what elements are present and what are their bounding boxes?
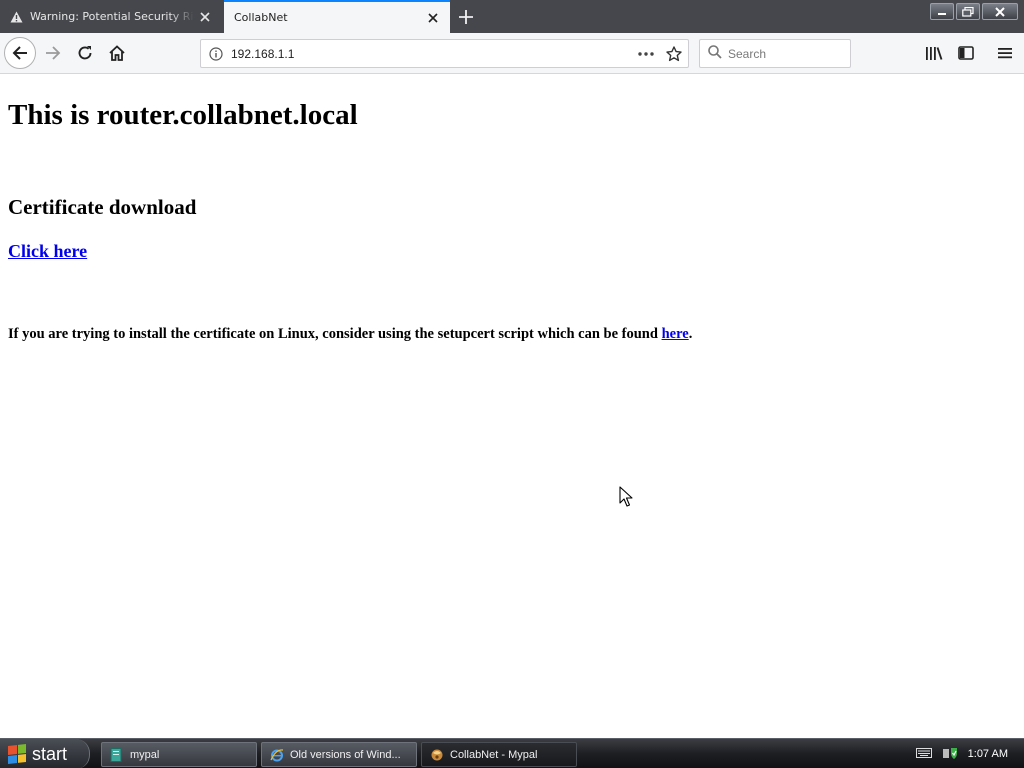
page-heading: This is router.collabnet.local [8, 99, 358, 131]
reload-button[interactable] [70, 38, 100, 68]
taskbar-item-old-versions[interactable]: Old versions of Wind... [261, 742, 417, 767]
keyboard-icon[interactable] [915, 747, 932, 761]
navigation-toolbar: 192.168.1.1 [0, 33, 1024, 74]
windows-logo-icon [8, 744, 26, 764]
mouse-cursor-icon [619, 486, 633, 512]
search-input[interactable] [728, 46, 838, 61]
hamburger-menu-icon[interactable] [990, 38, 1020, 68]
start-button[interactable]: start [0, 739, 90, 768]
clock[interactable]: 1:07 AM [968, 748, 1008, 760]
new-tab-button[interactable] [452, 3, 480, 31]
url-text[interactable]: 192.168.1.1 [231, 47, 632, 61]
setupcert-script-link[interactable]: here [662, 326, 689, 342]
internet-explorer-icon [270, 748, 284, 762]
window-controls [930, 3, 1018, 20]
network-shield-icon[interactable] [942, 746, 958, 763]
mypal-browser-icon [430, 748, 444, 762]
taskbar: start mypal Old versions of Wind... Coll… [0, 738, 1024, 768]
warning-icon [9, 10, 23, 24]
restore-button[interactable] [956, 3, 980, 20]
library-button[interactable] [919, 38, 949, 68]
close-window-button[interactable] [982, 3, 1018, 20]
url-bar[interactable]: 192.168.1.1 [200, 39, 689, 68]
forward-button[interactable] [38, 38, 68, 68]
document-icon [110, 747, 124, 762]
tab-collabnet[interactable]: CollabNet [224, 0, 450, 33]
search-icon [708, 44, 722, 63]
tab-strip: Warning: Potential Security Risk Ahead C… [0, 0, 1024, 33]
home-button[interactable] [102, 38, 132, 68]
system-tray: 1:07 AM [884, 739, 1024, 768]
bookmark-star-icon[interactable] [660, 40, 688, 67]
taskbar-item-label: mypal [130, 748, 160, 761]
minimize-button[interactable] [930, 3, 954, 20]
taskbar-item-mypal[interactable]: mypal [101, 742, 257, 767]
linux-note-end: . [688, 326, 693, 342]
search-bar[interactable] [699, 39, 851, 68]
page-actions-icon[interactable] [632, 40, 660, 67]
taskbar-item-label: CollabNet - Mypal [450, 748, 538, 761]
linux-note-text: If you are trying to install the certifi… [8, 326, 662, 342]
sidebar-toggle-button[interactable] [951, 38, 981, 68]
site-info-icon[interactable] [201, 46, 231, 61]
taskbar-item-label: Old versions of Wind... [290, 748, 401, 761]
close-icon[interactable] [422, 7, 444, 29]
close-icon[interactable] [194, 6, 216, 28]
linux-note: If you are trying to install the certifi… [8, 326, 692, 343]
tab-security-warning[interactable]: Warning: Potential Security Risk Ahead [0, 0, 222, 33]
page-content: This is router.collabnet.local Certifica… [0, 75, 1024, 738]
certificate-download-heading: Certificate download [8, 195, 197, 219]
back-button[interactable] [4, 37, 36, 69]
tab-title: Warning: Potential Security Risk Ahead [30, 10, 194, 23]
taskbar-item-collabnet-mypal[interactable]: CollabNet - Mypal [421, 742, 577, 767]
certificate-download-link[interactable]: Click here [8, 241, 87, 261]
tab-title: CollabNet [234, 11, 288, 24]
start-label: start [32, 743, 68, 764]
download-link-container: Click here [8, 241, 87, 262]
